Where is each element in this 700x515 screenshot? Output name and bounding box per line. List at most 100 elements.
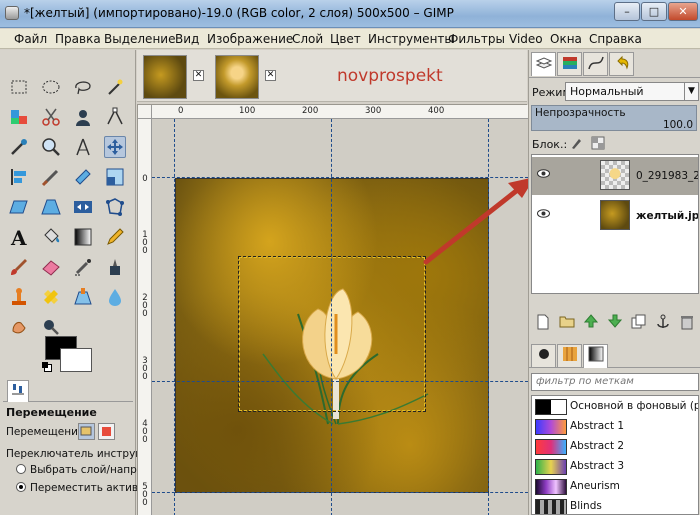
free-select-tool[interactable]	[72, 76, 94, 98]
brushes-tab[interactable]	[531, 344, 556, 368]
menu-select[interactable]: Выделение	[104, 32, 175, 46]
blend-tool[interactable]	[72, 226, 94, 248]
tool-options-tab[interactable]	[7, 380, 29, 402]
align-tool[interactable]	[8, 166, 30, 188]
layer-name[interactable]: 0_291983_232c	[636, 170, 698, 182]
move-layer-mode-button[interactable]	[78, 423, 95, 440]
rotate-tool[interactable]	[72, 166, 94, 188]
close-tab-1-icon[interactable]: ✕	[193, 70, 204, 81]
menu-image[interactable]: Изображение	[207, 32, 293, 46]
foreground-select-tool[interactable]	[72, 106, 94, 128]
new-layer-group-icon[interactable]	[559, 314, 575, 330]
move-tool[interactable]	[104, 136, 126, 158]
guide-vertical[interactable]	[488, 119, 489, 515]
text-tool[interactable]: A	[8, 226, 30, 250]
gradients-tab[interactable]	[583, 344, 608, 368]
menu-edit[interactable]: Правка	[55, 32, 101, 46]
gradient-item[interactable]: Abstract 3	[532, 457, 698, 477]
pick-layer-radio[interactable]	[16, 464, 26, 474]
select-by-color-tool[interactable]	[8, 106, 30, 128]
guide-horizontal[interactable]	[152, 177, 528, 178]
image-tab-thumbnail-2[interactable]	[215, 55, 259, 99]
gradient-item[interactable]: Основной в фоновый (рез	[532, 397, 698, 417]
guide-horizontal[interactable]	[152, 381, 528, 382]
lower-layer-icon[interactable]	[607, 314, 623, 330]
patterns-tab[interactable]	[557, 344, 582, 368]
image-canvas[interactable]	[152, 119, 528, 515]
eye-icon[interactable]	[537, 169, 550, 178]
shear-tool[interactable]	[8, 196, 30, 218]
layer-mode-select[interactable]: Нормальный ▼	[565, 82, 699, 101]
clone-tool[interactable]	[8, 286, 30, 308]
duplicate-layer-icon[interactable]	[631, 314, 647, 330]
background-color-swatch[interactable]	[60, 348, 92, 372]
color-picker-tool[interactable]	[8, 136, 30, 158]
rect-select-tool[interactable]	[8, 76, 30, 98]
menu-layer[interactable]: Слой	[292, 32, 323, 46]
smudge-tool[interactable]	[8, 316, 30, 338]
zoom-tool[interactable]	[40, 136, 62, 158]
heal-tool[interactable]	[40, 286, 62, 308]
lock-pixels-brush-icon[interactable]	[569, 136, 583, 150]
layer-row[interactable]: 0_291983_232c	[532, 157, 698, 195]
airbrush-tool[interactable]	[72, 256, 94, 278]
pencil-tool[interactable]	[104, 226, 126, 248]
delete-layer-icon[interactable]	[679, 314, 695, 330]
minimize-button[interactable]: –	[614, 2, 640, 21]
horizontal-ruler[interactable]: 0 100 200 300 400	[152, 105, 528, 119]
gradient-tag-filter[interactable]: фильтр по меткам	[531, 373, 699, 391]
perspective-clone-tool[interactable]	[72, 286, 94, 308]
scale-tool[interactable]	[104, 166, 126, 188]
gimp-app-icon[interactable]	[5, 6, 19, 20]
bucket-fill-tool[interactable]	[40, 226, 62, 248]
measure-tool[interactable]	[72, 136, 94, 158]
reset-colors-icon[interactable]	[42, 362, 52, 372]
layer-name[interactable]: желтый.jpg	[636, 210, 698, 222]
menu-view[interactable]: Вид	[175, 32, 199, 46]
guide-vertical[interactable]	[174, 119, 175, 515]
move-selection-mode-button[interactable]	[98, 423, 115, 440]
paintbrush-tool[interactable]	[8, 256, 30, 278]
menu-help[interactable]: Справка	[589, 32, 642, 46]
gradient-item[interactable]: Aneurism	[532, 477, 698, 497]
layers-tab[interactable]	[531, 52, 556, 76]
perspective-tool[interactable]	[40, 196, 62, 218]
paths-tab[interactable]	[583, 52, 608, 76]
move-active-option[interactable]: Переместить активн	[16, 482, 145, 494]
menu-colors[interactable]: Цвет	[330, 32, 361, 46]
dodge-burn-tool[interactable]	[40, 316, 62, 338]
fuzzy-select-tool[interactable]	[104, 76, 126, 98]
gradient-item[interactable]: Abstract 1	[532, 417, 698, 437]
eraser-tool[interactable]	[40, 256, 62, 278]
close-button[interactable]: ✕	[668, 2, 698, 21]
cage-transform-tool[interactable]	[104, 196, 126, 218]
crop-tool[interactable]	[40, 166, 62, 188]
channels-tab[interactable]	[557, 52, 582, 76]
blur-tool[interactable]	[104, 286, 126, 308]
menu-tools[interactable]: Инструменты	[368, 32, 454, 46]
maximize-button[interactable]: □	[641, 2, 667, 21]
pick-layer-option[interactable]: Выбрать слой/напра	[16, 464, 143, 476]
gradient-item[interactable]: Blinds	[532, 497, 698, 514]
ruler-corner[interactable]	[138, 105, 152, 119]
layer-row[interactable]: желтый.jpg	[532, 197, 698, 235]
undo-history-tab[interactable]	[609, 52, 634, 76]
raise-layer-icon[interactable]	[583, 314, 599, 330]
paths-tool[interactable]	[104, 106, 126, 128]
vertical-ruler[interactable]: 0 1 0 0 2 0 0 3 0 0 4 0 0 5 0 0	[138, 119, 152, 515]
menu-windows[interactable]: Окна	[550, 32, 582, 46]
gradient-item[interactable]: Abstract 2	[532, 437, 698, 457]
menu-file[interactable]: Файл	[14, 32, 47, 46]
menu-video[interactable]: Video	[509, 32, 543, 46]
anchor-layer-icon[interactable]	[655, 314, 671, 330]
close-tab-2-icon[interactable]: ✕	[265, 70, 276, 81]
ellipse-select-tool[interactable]	[40, 76, 62, 98]
guide-horizontal[interactable]	[152, 492, 528, 493]
menu-filters[interactable]: Фильтры	[448, 32, 505, 46]
lock-alpha-checker-icon[interactable]	[591, 136, 605, 150]
flip-tool[interactable]	[72, 196, 94, 218]
guide-vertical[interactable]	[331, 119, 332, 515]
ink-tool[interactable]	[104, 256, 126, 278]
opacity-slider[interactable]: Непрозрачность 100.0	[531, 105, 697, 131]
new-layer-icon[interactable]	[535, 314, 551, 330]
